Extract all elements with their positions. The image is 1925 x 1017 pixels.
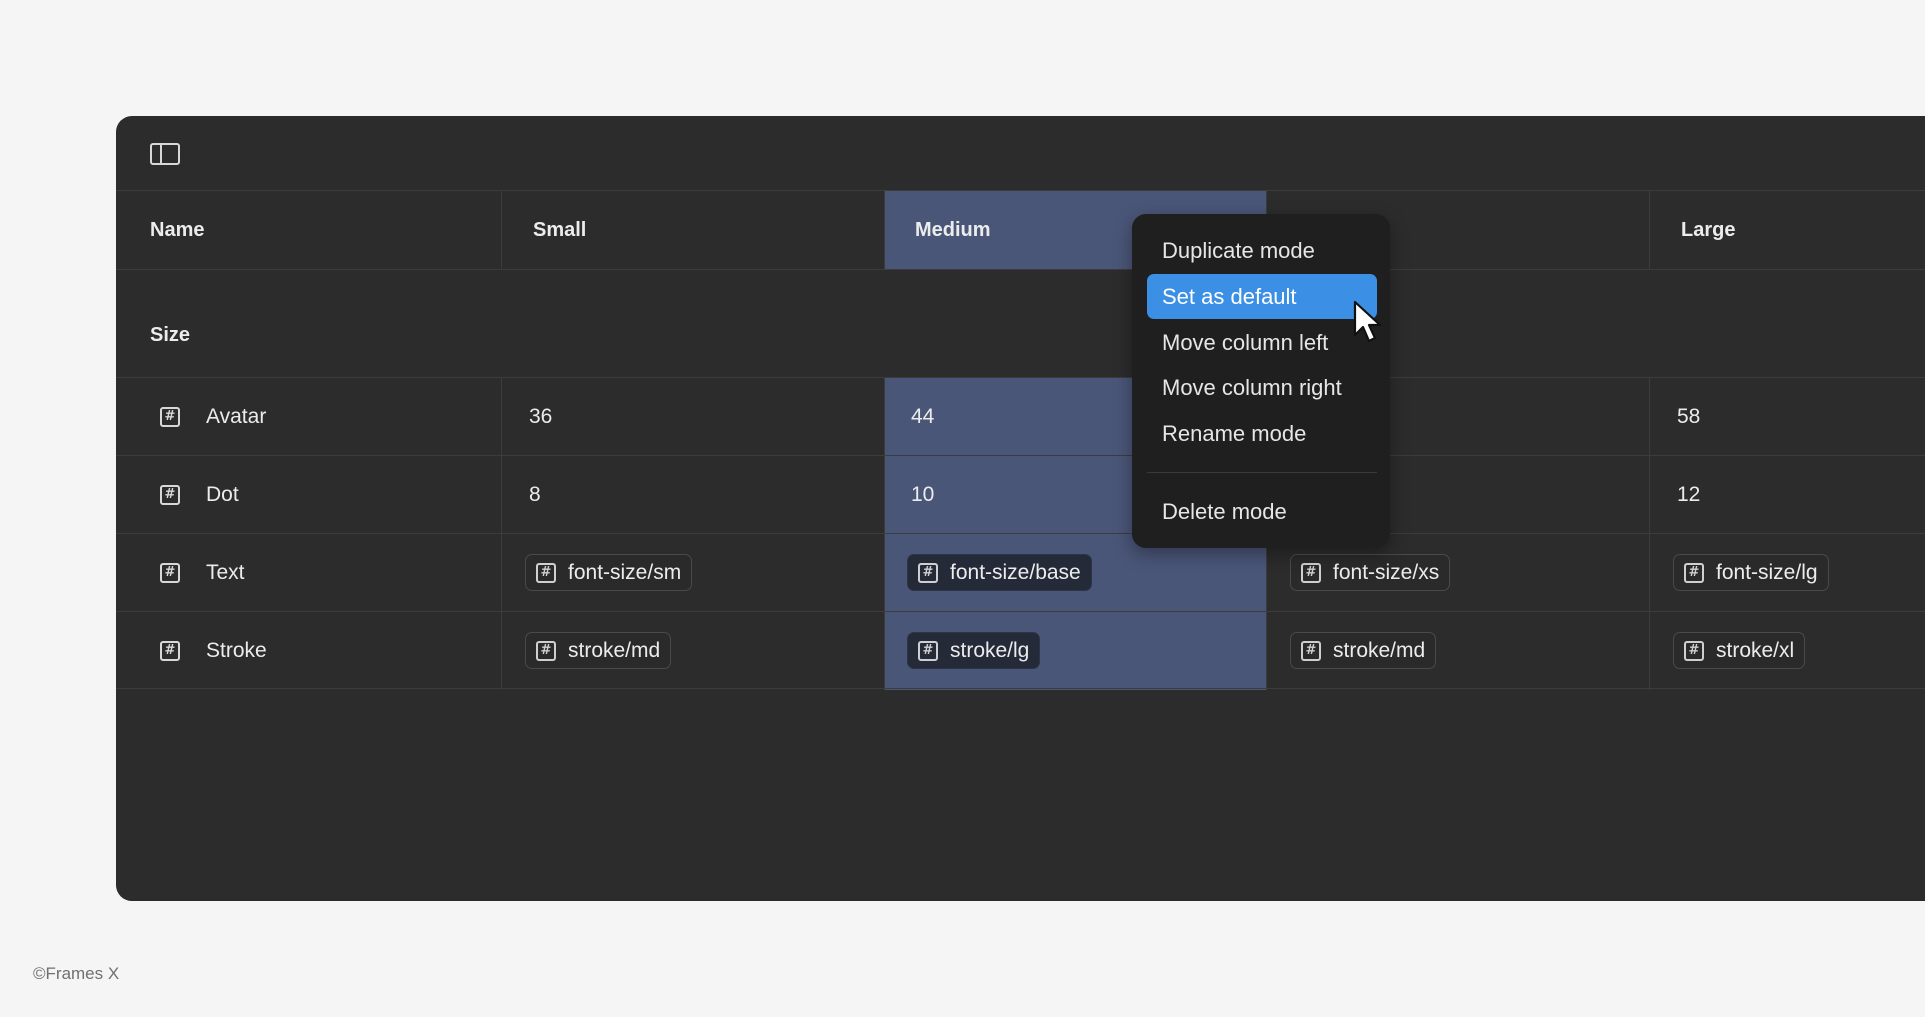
table-header: Name Small Medium Large	[116, 191, 1925, 270]
table-row[interactable]: # Dot 8 10 12	[116, 455, 1925, 533]
menu-divider	[1147, 472, 1377, 473]
alias-label: stroke/xl	[1716, 638, 1795, 662]
alias-label: stroke/md	[568, 638, 661, 662]
value-cell-small[interactable]: 8	[529, 456, 541, 533]
value-cell-large[interactable]: 12	[1677, 456, 1700, 533]
menu-item-set-as-default[interactable]: Set as default	[1147, 274, 1377, 319]
footer-credit: ©Frames X	[33, 964, 120, 983]
alias-label: font-size/xs	[1333, 560, 1440, 584]
variables-panel: Name Small Medium Large Size # Avatar 36…	[116, 116, 1925, 901]
menu-item-duplicate-mode[interactable]: Duplicate mode	[1147, 228, 1377, 273]
hash-icon: #	[536, 640, 556, 661]
hash-icon: #	[1301, 640, 1321, 661]
menu-item-delete-mode[interactable]: Delete mode	[1147, 489, 1377, 534]
column-header-large[interactable]: Large	[1681, 191, 1735, 269]
column-context-menu: Duplicate mode Set as default Move colum…	[1132, 214, 1390, 548]
alias-label: font-size/base	[950, 560, 1081, 584]
alias-label: stroke/md	[1333, 638, 1426, 662]
variable-name-cell: # Dot	[160, 456, 239, 533]
alias-chip-small[interactable]: # font-size/sm	[525, 554, 693, 591]
variable-name-cell: # Stroke	[160, 612, 267, 689]
alias-chip-fourth[interactable]: # stroke/md	[1290, 632, 1437, 669]
table-row[interactable]: # Text # font-size/sm # font-size/base #…	[116, 533, 1925, 611]
column-divider	[1649, 191, 1650, 269]
column-header-medium[interactable]: Medium	[915, 191, 991, 269]
alias-chip-fourth[interactable]: # font-size/xs	[1290, 554, 1451, 591]
menu-item-move-column-right[interactable]: Move column right	[1147, 365, 1377, 410]
panel-toolbar	[116, 116, 1925, 191]
column-header-small[interactable]: Small	[533, 191, 586, 269]
hash-icon: #	[1684, 562, 1704, 583]
value-cell-medium[interactable]: 44	[911, 378, 934, 455]
variable-name: Avatar	[206, 404, 267, 428]
group-label-size: Size	[150, 324, 191, 346]
column-header-name: Name	[150, 219, 205, 241]
value-cell-large[interactable]: 58	[1677, 378, 1700, 455]
variable-name: Text	[206, 560, 245, 584]
value-cell-medium[interactable]: 10	[911, 456, 934, 533]
hash-icon: #	[918, 562, 938, 583]
value-cell-small[interactable]: 36	[529, 378, 552, 455]
menu-item-rename-mode[interactable]: Rename mode	[1147, 411, 1377, 456]
alias-chip-medium[interactable]: # stroke/lg	[907, 632, 1041, 669]
alias-label: font-size/lg	[1716, 560, 1818, 584]
alias-chip-large[interactable]: # stroke/xl	[1673, 632, 1806, 669]
hash-icon: #	[160, 562, 180, 583]
variable-name-cell: # Text	[160, 534, 245, 611]
hash-icon: #	[1301, 562, 1321, 583]
alias-label: font-size/sm	[568, 560, 682, 584]
hash-icon: #	[160, 640, 180, 661]
column-divider	[501, 191, 502, 269]
hash-icon: #	[1684, 640, 1704, 661]
alias-chip-large[interactable]: # font-size/lg	[1673, 554, 1829, 591]
hash-icon: #	[160, 406, 180, 427]
variable-name: Dot	[206, 482, 239, 506]
table-row[interactable]: # Avatar 36 44 58	[116, 377, 1925, 455]
hash-icon: #	[536, 562, 556, 583]
sidebar-toggle-icon[interactable]	[150, 143, 180, 165]
table-row[interactable]: # Stroke # stroke/md # stroke/lg # strok…	[116, 611, 1925, 689]
mouse-cursor-icon	[1353, 300, 1382, 343]
menu-item-move-column-left[interactable]: Move column left	[1147, 320, 1377, 365]
hash-icon: #	[918, 640, 938, 661]
variable-name-cell: # Avatar	[160, 378, 266, 455]
column-divider	[884, 191, 885, 269]
alias-chip-medium[interactable]: # font-size/base	[907, 554, 1092, 591]
alias-chip-small[interactable]: # stroke/md	[525, 632, 672, 669]
hash-icon: #	[160, 484, 180, 505]
variable-name: Stroke	[206, 638, 267, 662]
alias-label: stroke/lg	[950, 638, 1030, 662]
